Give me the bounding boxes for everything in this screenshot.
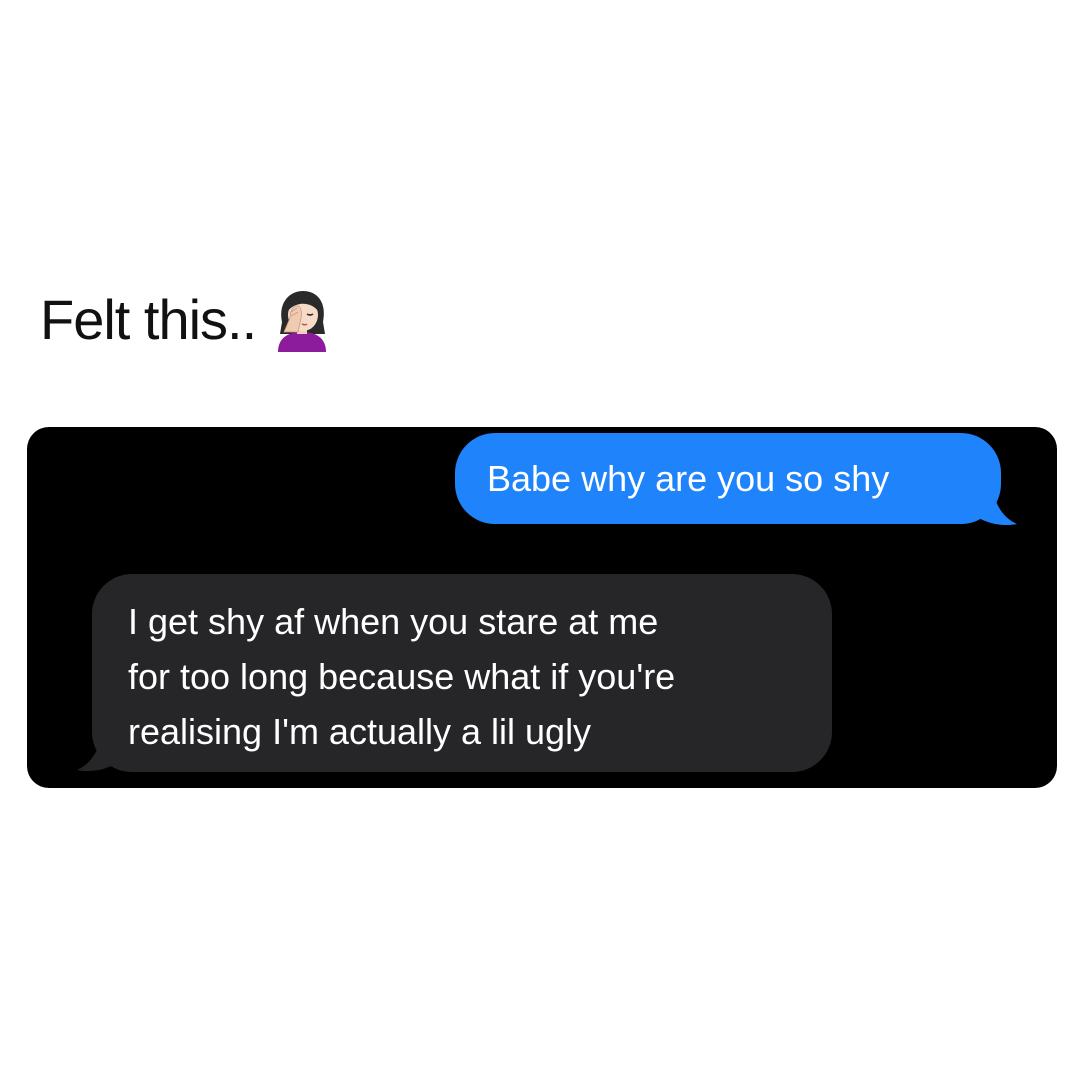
incoming-message-line: for too long because what if you're <box>128 656 676 697</box>
post-caption: Felt this.. <box>40 288 334 352</box>
incoming-message-bubble[interactable]: I get shy af when you stare at me for to… <box>92 574 832 772</box>
message-thread: Babe why are you so shy I get shy af whe… <box>27 427 1057 788</box>
incoming-message-line: I get shy af when you stare at me <box>128 601 659 642</box>
woman-facepalming-icon <box>278 291 327 352</box>
outgoing-message-text: Babe why are you so shy <box>487 458 890 499</box>
incoming-bubble-tail <box>77 725 117 772</box>
outgoing-message-bubble[interactable]: Babe why are you so shy <box>455 433 1001 524</box>
caption-text: Felt this.. <box>40 288 257 351</box>
outgoing-bubble-tail <box>977 479 1017 526</box>
incoming-message-line: realising I'm actually a lil ugly <box>128 711 592 752</box>
